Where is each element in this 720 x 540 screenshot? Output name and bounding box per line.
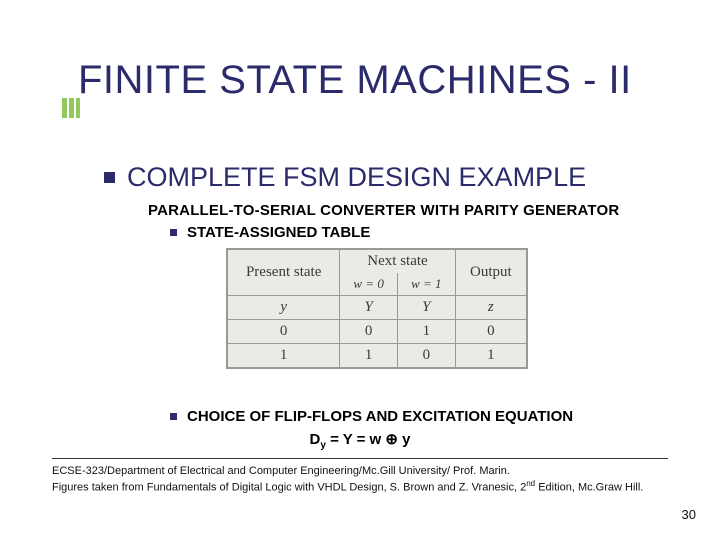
bullet-choice-flipflops: CHOICE OF FLIP-FLOPS AND EXCITATION EQUA… xyxy=(170,408,573,425)
page-number: 30 xyxy=(682,507,696,522)
footer-line-1: ECSE-323/Department of Electrical and Co… xyxy=(52,464,668,479)
footer: ECSE-323/Department of Electrical and Co… xyxy=(52,464,668,495)
sym-y: y xyxy=(228,296,340,320)
eq-lhs-base: D xyxy=(310,431,321,448)
table-cell: 1 xyxy=(455,344,526,368)
table-cell: 1 xyxy=(340,344,398,368)
sym-Y-w0: Y xyxy=(340,296,398,320)
divider xyxy=(52,458,668,459)
square-bullet-icon xyxy=(170,229,177,236)
bullet-state-assigned: STATE-ASSIGNED TABLE xyxy=(170,224,370,241)
table-cell: 0 xyxy=(340,320,398,344)
table-cell: 0 xyxy=(397,344,455,368)
square-bullet-icon xyxy=(104,172,115,183)
eq-rhs: y xyxy=(398,431,411,448)
converter-heading: PARALLEL-TO-SERIAL CONVERTER WITH PARITY… xyxy=(148,202,619,219)
eq-mid: = Y = w xyxy=(326,431,386,448)
hdr-output: Output xyxy=(455,250,526,296)
square-bullet-icon xyxy=(170,413,177,420)
table-cell: 0 xyxy=(228,320,340,344)
bullet-state-assigned-label: STATE-ASSIGNED TABLE xyxy=(187,224,370,241)
footer-line-2a: Figures taken from Fundamentals of Digit… xyxy=(52,482,526,494)
footer-sup: nd xyxy=(526,479,535,488)
footer-line-2b: Edition, Mc.Graw Hill. xyxy=(535,482,643,494)
sym-z: z xyxy=(455,296,526,320)
title-wrap: FINITE STATE MACHINES - II xyxy=(78,58,632,103)
subtitle-row: COMPLETE FSM DESIGN EXAMPLE xyxy=(104,162,586,193)
slide-title: FINITE STATE MACHINES - II xyxy=(78,58,632,103)
slide-subtitle: COMPLETE FSM DESIGN EXAMPLE xyxy=(127,162,586,193)
hdr-w1: w = 1 xyxy=(397,273,455,296)
xor-icon: ⊕ xyxy=(385,431,398,448)
sym-Y-w1: Y xyxy=(397,296,455,320)
state-assigned-table: Present state Next state Output w = 0 w … xyxy=(226,248,528,369)
slide: FINITE STATE MACHINES - II COMPLETE FSM … xyxy=(0,0,720,540)
bullet-choice-label: CHOICE OF FLIP-FLOPS AND EXCITATION EQUA… xyxy=(187,408,573,425)
hdr-w0: w = 0 xyxy=(340,273,398,296)
hdr-present-state: Present state xyxy=(228,250,340,296)
table-cell: 0 xyxy=(455,320,526,344)
table-cell: 1 xyxy=(397,320,455,344)
footer-line-2: Figures taken from Fundamentals of Digit… xyxy=(52,479,668,496)
excitation-equation: Dy = Y = w ⊕ y xyxy=(0,430,720,451)
table-cell: 1 xyxy=(228,344,340,368)
hdr-next-state: Next state xyxy=(340,250,455,274)
